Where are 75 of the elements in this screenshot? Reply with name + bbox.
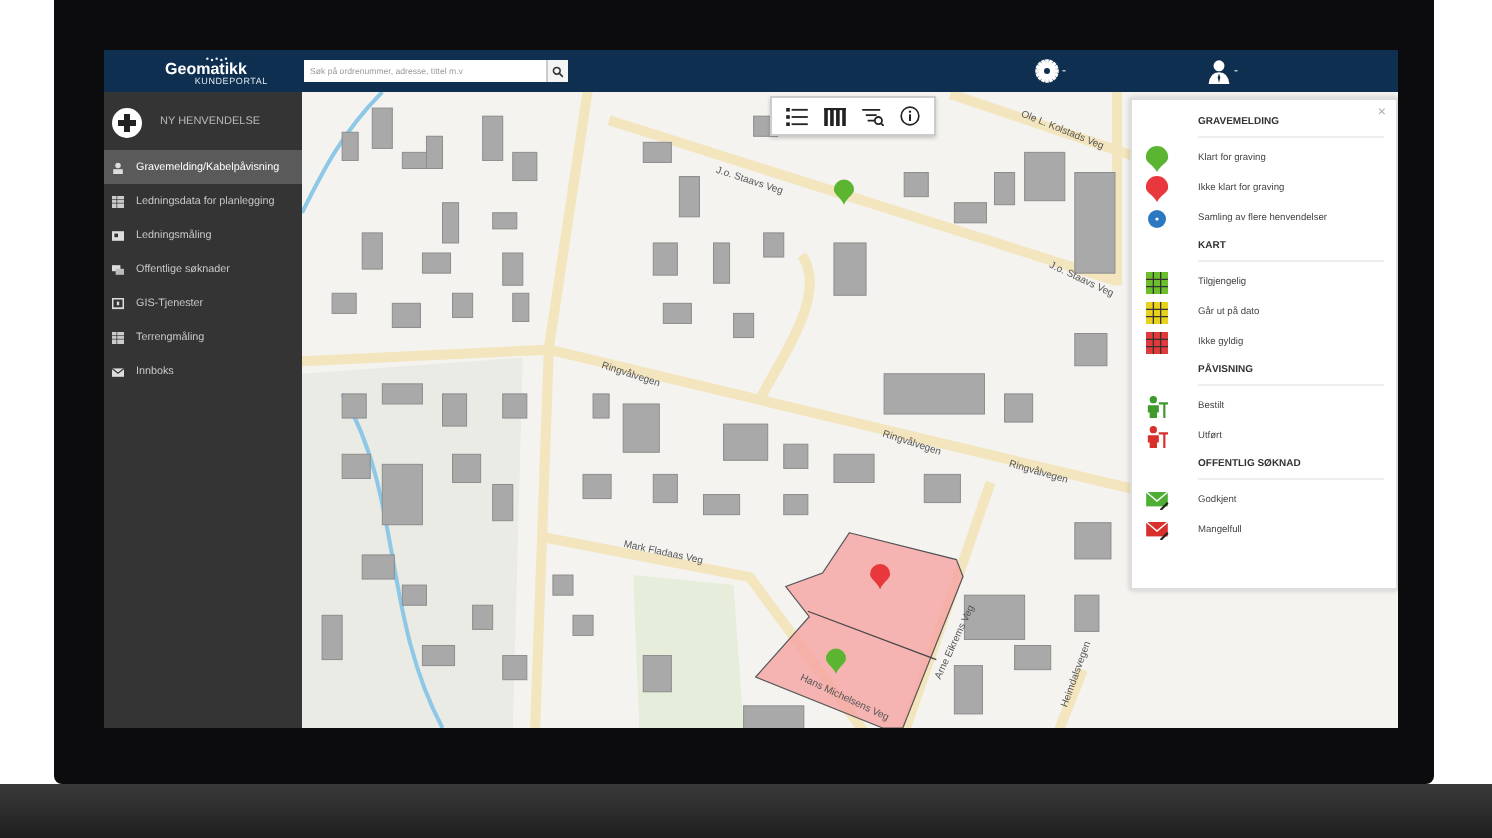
building — [702, 494, 741, 516]
building — [452, 292, 474, 318]
building — [678, 176, 700, 218]
building — [381, 383, 423, 405]
building — [361, 554, 395, 580]
building — [512, 292, 530, 322]
building — [1024, 151, 1066, 202]
logo-title: Geomatikk — [165, 61, 247, 78]
building — [662, 302, 692, 324]
building — [953, 665, 983, 715]
building — [783, 494, 809, 516]
building — [512, 151, 538, 182]
building — [713, 242, 731, 284]
grid-icon — [112, 331, 124, 343]
building — [421, 252, 452, 274]
building — [552, 574, 574, 596]
grid-icon — [112, 195, 124, 207]
building — [502, 655, 528, 681]
building — [381, 463, 423, 526]
building — [592, 393, 610, 419]
building — [1014, 645, 1052, 671]
building — [1074, 333, 1108, 367]
building — [492, 212, 518, 230]
building — [492, 483, 514, 522]
building — [341, 453, 371, 479]
building — [482, 115, 504, 161]
building — [442, 202, 460, 244]
building — [391, 302, 421, 328]
building — [994, 172, 1016, 206]
building — [763, 232, 785, 258]
building — [963, 594, 1026, 640]
building — [401, 584, 427, 606]
building — [572, 614, 594, 636]
chat-icon — [112, 263, 124, 275]
building — [783, 443, 809, 469]
building — [321, 614, 343, 661]
building — [1074, 522, 1112, 560]
building — [723, 423, 769, 461]
monitor-icon — [112, 297, 124, 309]
building — [743, 705, 805, 728]
building — [582, 473, 612, 500]
plus-circle-icon — [112, 107, 142, 137]
building — [903, 172, 929, 198]
building — [652, 473, 678, 504]
building — [622, 403, 660, 453]
building — [341, 131, 359, 161]
building — [1004, 393, 1034, 423]
building — [421, 645, 456, 667]
list-button[interactable] — [780, 102, 814, 130]
building — [1074, 594, 1100, 632]
building — [833, 453, 875, 483]
person-icon — [112, 161, 124, 173]
columns-button[interactable] — [818, 102, 852, 130]
building — [371, 107, 393, 149]
building — [642, 655, 672, 693]
building — [452, 453, 482, 483]
building — [833, 242, 867, 296]
building — [733, 312, 755, 339]
building — [953, 202, 987, 224]
search-button[interactable] — [546, 60, 568, 82]
card-icon — [112, 229, 124, 241]
dots-logo-icon — [202, 55, 230, 64]
envelope-icon — [112, 365, 124, 377]
building — [331, 292, 357, 314]
building — [361, 232, 383, 270]
building — [883, 373, 985, 415]
building — [923, 473, 961, 504]
building — [642, 141, 672, 163]
building — [442, 393, 468, 427]
building — [502, 252, 524, 286]
building — [472, 604, 494, 630]
building — [652, 242, 678, 276]
building — [502, 393, 528, 419]
building — [341, 393, 367, 419]
info-button[interactable] — [894, 102, 926, 130]
